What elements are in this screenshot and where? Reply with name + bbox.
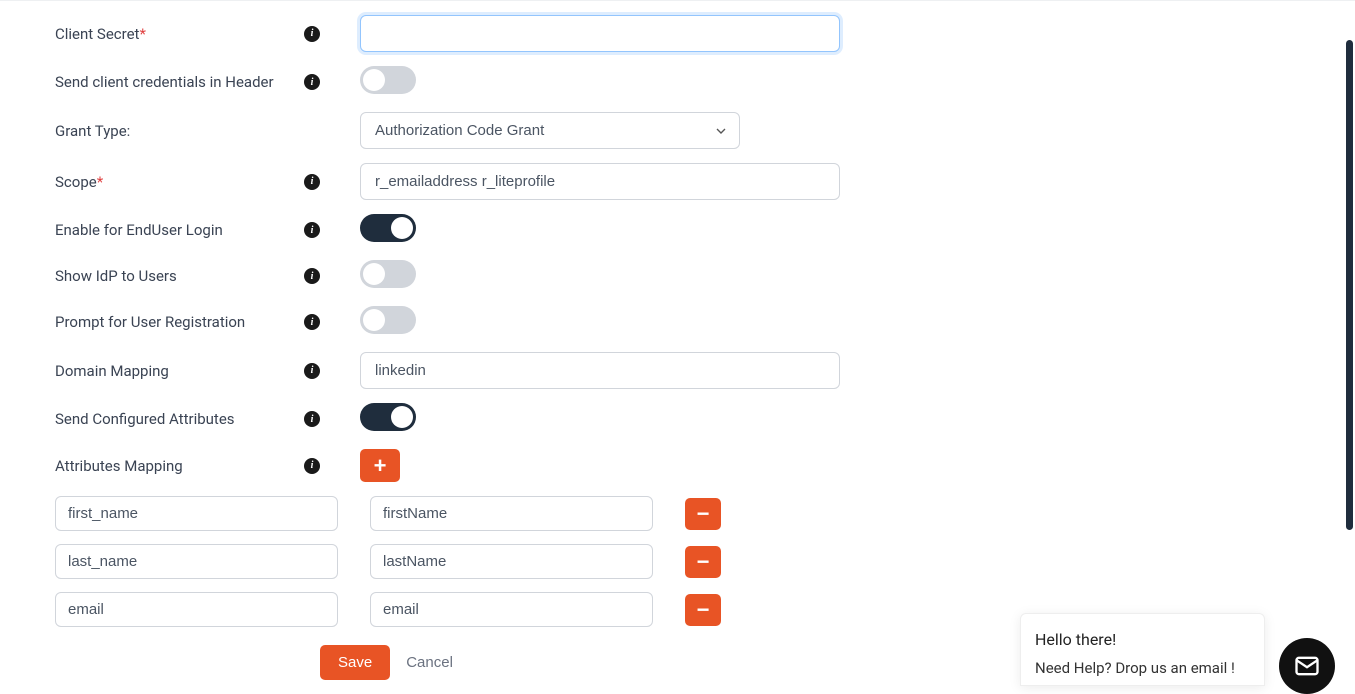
prompt-reg-label: Prompt for User Registration i: [55, 313, 320, 331]
send-attrs-toggle[interactable]: [360, 403, 416, 431]
info-icon[interactable]: i: [304, 74, 320, 90]
domain-mapping-label: Domain Mapping i: [55, 362, 320, 380]
remove-mapping-button[interactable]: −: [685, 546, 721, 578]
mapping-right-input[interactable]: [370, 592, 653, 627]
info-icon[interactable]: i: [304, 174, 320, 190]
info-icon[interactable]: i: [304, 222, 320, 238]
scope-input[interactable]: [360, 163, 840, 200]
chat-popup: Hello there! Need Help? Drop us an email…: [1020, 613, 1265, 686]
remove-mapping-button[interactable]: −: [685, 498, 721, 530]
chat-subtext: Need Help? Drop us an email !: [1035, 659, 1250, 677]
grant-type-label: Grant Type:: [55, 122, 320, 140]
show-idp-toggle[interactable]: [360, 260, 416, 288]
enable-enduser-toggle[interactable]: [360, 214, 416, 242]
mapping-left-input[interactable]: [55, 496, 338, 531]
prompt-reg-toggle[interactable]: [360, 306, 416, 334]
mapping-right-input[interactable]: [370, 496, 653, 531]
mapping-right-input[interactable]: [370, 544, 653, 579]
client-secret-input[interactable]: [360, 15, 840, 52]
plus-icon: +: [374, 453, 387, 479]
attribute-mappings: − − −: [0, 496, 1355, 627]
show-idp-label: Show IdP to Users i: [55, 267, 320, 285]
chat-greeting: Hello there!: [1035, 630, 1250, 649]
mapping-row: −: [55, 544, 1300, 579]
info-icon[interactable]: i: [304, 26, 320, 42]
enable-enduser-label: Enable for EndUser Login i: [55, 221, 320, 239]
mapping-left-input[interactable]: [55, 592, 338, 627]
client-secret-label: Client Secret* i: [55, 25, 320, 43]
grant-type-select[interactable]: Authorization Code Grant: [360, 112, 740, 149]
info-icon[interactable]: i: [304, 411, 320, 427]
send-attrs-label: Send Configured Attributes i: [55, 410, 320, 428]
info-icon[interactable]: i: [304, 458, 320, 474]
remove-mapping-button[interactable]: −: [685, 594, 721, 626]
save-button[interactable]: Save: [320, 645, 390, 680]
scrollbar[interactable]: [1345, 40, 1355, 640]
scope-label: Scope* i: [55, 173, 320, 191]
attrs-mapping-label: Attributes Mapping i: [55, 457, 320, 475]
minus-icon: −: [697, 551, 710, 573]
mapping-left-input[interactable]: [55, 544, 338, 579]
minus-icon: −: [697, 503, 710, 525]
settings-form: Client Secret* i Send client credentials…: [0, 15, 1355, 482]
scrollbar-thumb[interactable]: [1346, 40, 1353, 530]
info-icon[interactable]: i: [304, 363, 320, 379]
minus-icon: −: [697, 599, 710, 621]
send-header-toggle[interactable]: [360, 66, 416, 94]
info-icon[interactable]: i: [304, 268, 320, 284]
mail-icon: [1293, 652, 1321, 680]
domain-mapping-input[interactable]: [360, 352, 840, 389]
cancel-button[interactable]: Cancel: [406, 654, 453, 671]
mapping-row: −: [55, 496, 1300, 531]
send-header-label: Send client credentials in Header i: [55, 73, 320, 91]
info-icon[interactable]: i: [304, 314, 320, 330]
add-mapping-button[interactable]: +: [360, 449, 400, 482]
